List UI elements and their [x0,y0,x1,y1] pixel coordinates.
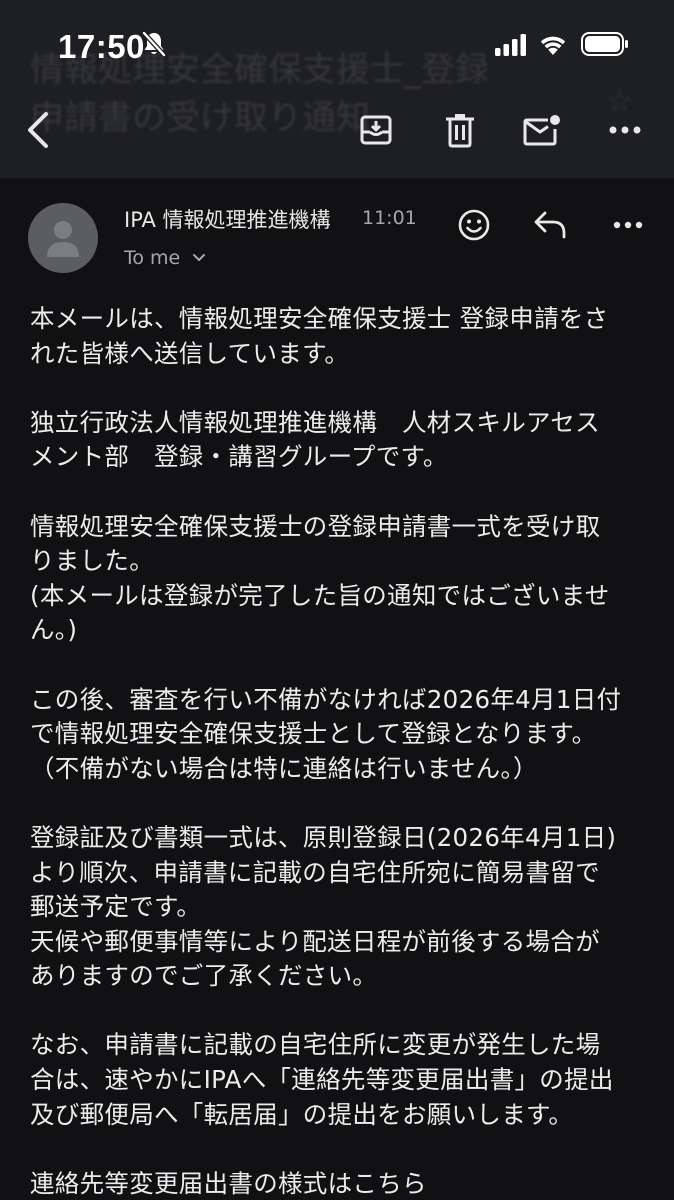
more-options-button[interactable] [601,106,649,154]
body-paragraph-delivery: 登録証及び書類一式は、原則登録日(2026年4月1日) より順次、申請書に記載の… [30,822,617,991]
archive-icon [360,115,392,145]
battery-icon [581,32,628,56]
mute-bell-icon [142,31,166,57]
reply-button[interactable] [528,203,572,247]
message-more-button[interactable] [606,203,650,247]
body-paragraph-intro: 本メールは、情報処理安全確保支援士 登録申請をさ れた皆様へ送信しています。 [30,304,609,368]
message-body: 本メールは、情報処理安全確保支援士 登録申請をさ れた皆様へ送信しています。 独… [30,302,650,1200]
form-link[interactable]: 連絡先等変更届出書の様式はこちら [30,1167,650,1200]
archive-button[interactable] [352,106,400,154]
body-paragraph-sender-dept: 独立行政法人情報処理推進機構 人材スキルアセス メント部 登録・講習グループです… [30,407,600,472]
recipient-label: To me [124,247,181,269]
back-button[interactable] [14,106,62,154]
chevron-down-icon [193,254,206,261]
wifi-icon [540,36,566,55]
emoji-reaction-icon [458,209,490,241]
back-icon [28,112,48,148]
mark-unread-icon [523,115,560,146]
sender-name[interactable]: IPA 情報処理推進機構 [124,204,331,234]
status-time: 17:50 [58,28,145,65]
cellular-signal-icon [495,34,526,56]
add-reaction-button[interactable] [452,203,496,247]
mark-unread-button[interactable] [518,106,566,154]
avatar[interactable] [28,203,98,273]
reply-icon [534,211,566,239]
more-icon [613,221,643,229]
sent-time: 11:01 [362,207,417,229]
header: 情報処理安全確保支援士_登録 申請書の受け取り通知 ☆ 17:50 [0,0,674,178]
recipient-toggle[interactable]: To me [124,247,206,269]
delete-icon [446,114,474,148]
body-paragraph-review: この後、審査を行い不備がなければ2026年4月1日付 で情報処理安全確保支援士と… [30,684,622,783]
more-icon [609,126,641,134]
body-paragraph-received: 情報処理安全確保支援士の登録申請書一式を受け取 りました。 (本メールは登録が完… [30,511,610,645]
body-paragraph-address-change: なお、申請書に記載の自宅住所に変更が発生した場 合は、速やかにIPAへ「連絡先等… [30,1030,614,1129]
delete-button[interactable] [436,106,484,154]
person-icon [47,221,79,257]
email-screen: 情報処理安全確保支援士_登録 申請書の受け取り通知 ☆ 17:50 IPA 情報… [0,0,674,1200]
